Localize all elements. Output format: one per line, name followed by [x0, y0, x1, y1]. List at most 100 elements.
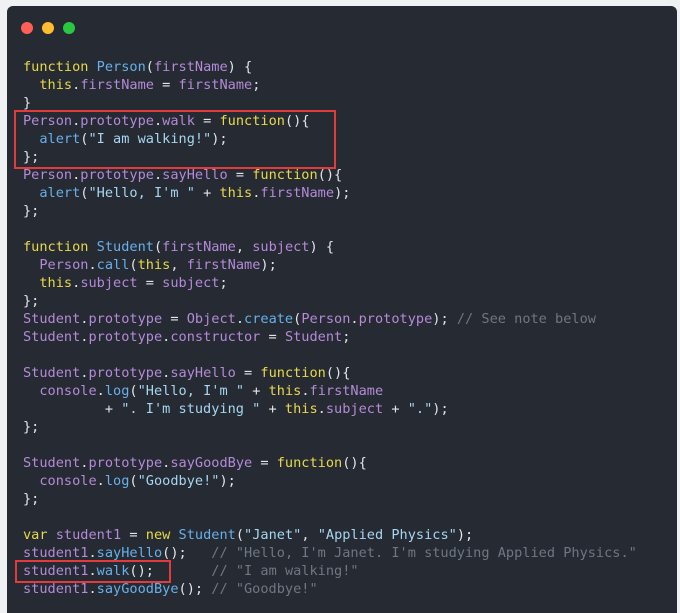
code-token: console: [39, 473, 97, 489]
maximize-button[interactable]: [63, 22, 75, 34]
code-token: .: [88, 545, 97, 561]
code-line: };: [23, 292, 637, 310]
code-token: ,: [301, 527, 318, 543]
code-token: (: [129, 257, 138, 273]
code-token: firstName: [178, 77, 253, 93]
code-token: function: [276, 455, 343, 471]
code-token: "Applied Physics": [317, 527, 457, 543]
code-token: this: [268, 383, 302, 399]
code-line: function Student(firstName, subject) {: [23, 238, 637, 256]
code-token: Student: [284, 329, 343, 345]
code-line: this.subject = subject;: [23, 274, 637, 292]
code-line: this.firstName = firstName;: [23, 76, 637, 94]
code-token: this: [39, 77, 73, 93]
code-token: Student: [23, 455, 81, 471]
code-token: .: [88, 257, 97, 273]
code-token: .: [96, 473, 105, 489]
code-token: =: [121, 527, 146, 543]
code-token: ".": [407, 401, 433, 417]
code-line: };: [23, 418, 637, 436]
code-token: =: [260, 329, 285, 345]
code-token: sayGoodBye: [96, 581, 179, 597]
code-line: Student.prototype = Object.create(Person…: [23, 310, 637, 328]
code-line: console.log("Hello, I'm " + this.firstNa…: [23, 382, 637, 400]
code-token: function: [252, 167, 318, 183]
code-token: Person: [96, 59, 146, 75]
code-token: alert: [39, 131, 81, 147]
code-token: call: [96, 257, 130, 273]
code-line: Student.prototype.sayGoodBye = function(…: [23, 454, 637, 472]
code-token: var: [23, 527, 48, 543]
code-token: log: [104, 383, 130, 399]
code-token: (){: [317, 167, 343, 183]
code-window: function Person(firstName) { this.firstN…: [7, 6, 677, 613]
code-token: ();: [162, 545, 187, 561]
code-token: };: [23, 149, 40, 165]
code-token: ();: [129, 563, 154, 579]
code-token: (: [129, 383, 138, 399]
code-token: new: [145, 527, 171, 543]
code-line: };: [23, 490, 637, 508]
code-token: =: [235, 365, 261, 381]
code-token: log: [104, 473, 130, 489]
code-token: create: [244, 311, 294, 327]
code-token: subject: [162, 275, 220, 291]
code-line: student1.sayGoodBye(); // "Goodbye!": [23, 580, 637, 598]
code-token: "I am walking!": [88, 131, 212, 147]
code-token: "Janet": [244, 527, 302, 543]
code-line: }: [23, 94, 637, 112]
code-token: prototype: [88, 365, 163, 381]
code-token: function: [23, 59, 89, 75]
code-token: +: [260, 401, 285, 417]
code-line: alert("Hello, I'm " + this.firstName);: [23, 184, 637, 202]
code-token: );: [432, 311, 449, 327]
code-token: );: [334, 185, 351, 201]
code-token: =: [252, 455, 277, 471]
code-token: ;: [219, 275, 228, 291]
code-token: (: [145, 59, 154, 75]
minimize-button[interactable]: [42, 22, 54, 34]
code-token: Object: [186, 311, 236, 327]
code-token: console: [39, 383, 97, 399]
code-token: Student: [23, 365, 81, 381]
close-button[interactable]: [21, 22, 33, 34]
code-token: .: [153, 113, 163, 129]
code-token: }: [23, 95, 32, 111]
code-comment: // "I am walking!": [211, 563, 359, 579]
code-token: student1: [23, 563, 89, 579]
code-token: Person: [301, 311, 351, 327]
code-block: function Person(firstName) { this.firstN…: [23, 58, 637, 598]
code-token: student1: [23, 581, 89, 597]
code-token: Person: [39, 257, 89, 273]
code-token: Student: [96, 239, 154, 255]
code-token: Student: [23, 311, 81, 327]
code-token: sayHello: [162, 167, 228, 183]
code-token: firstName: [260, 185, 335, 201]
code-token: =: [162, 311, 187, 327]
code-token: Person: [23, 167, 73, 183]
code-token: };: [23, 293, 40, 309]
code-token: function: [23, 239, 89, 255]
code-token: ,: [235, 239, 253, 255]
code-token: ,: [170, 257, 187, 273]
code-token: "Goodbye!": [137, 473, 220, 489]
code-token: };: [23, 491, 40, 507]
code-token: .: [96, 383, 105, 399]
code-token: prototype: [88, 329, 163, 345]
code-token: firstName: [80, 77, 154, 93]
code-line: console.log("Goodbye!");: [23, 472, 637, 490]
code-token: ();: [178, 581, 204, 597]
code-token: prototype: [358, 311, 433, 327]
code-token: Student: [178, 527, 236, 543]
code-token: );: [260, 257, 277, 273]
code-comment: // "Hello, I'm Janet. I'm studying Appli…: [211, 545, 637, 561]
code-token: );: [211, 131, 228, 147]
code-token: walk: [162, 113, 195, 129]
